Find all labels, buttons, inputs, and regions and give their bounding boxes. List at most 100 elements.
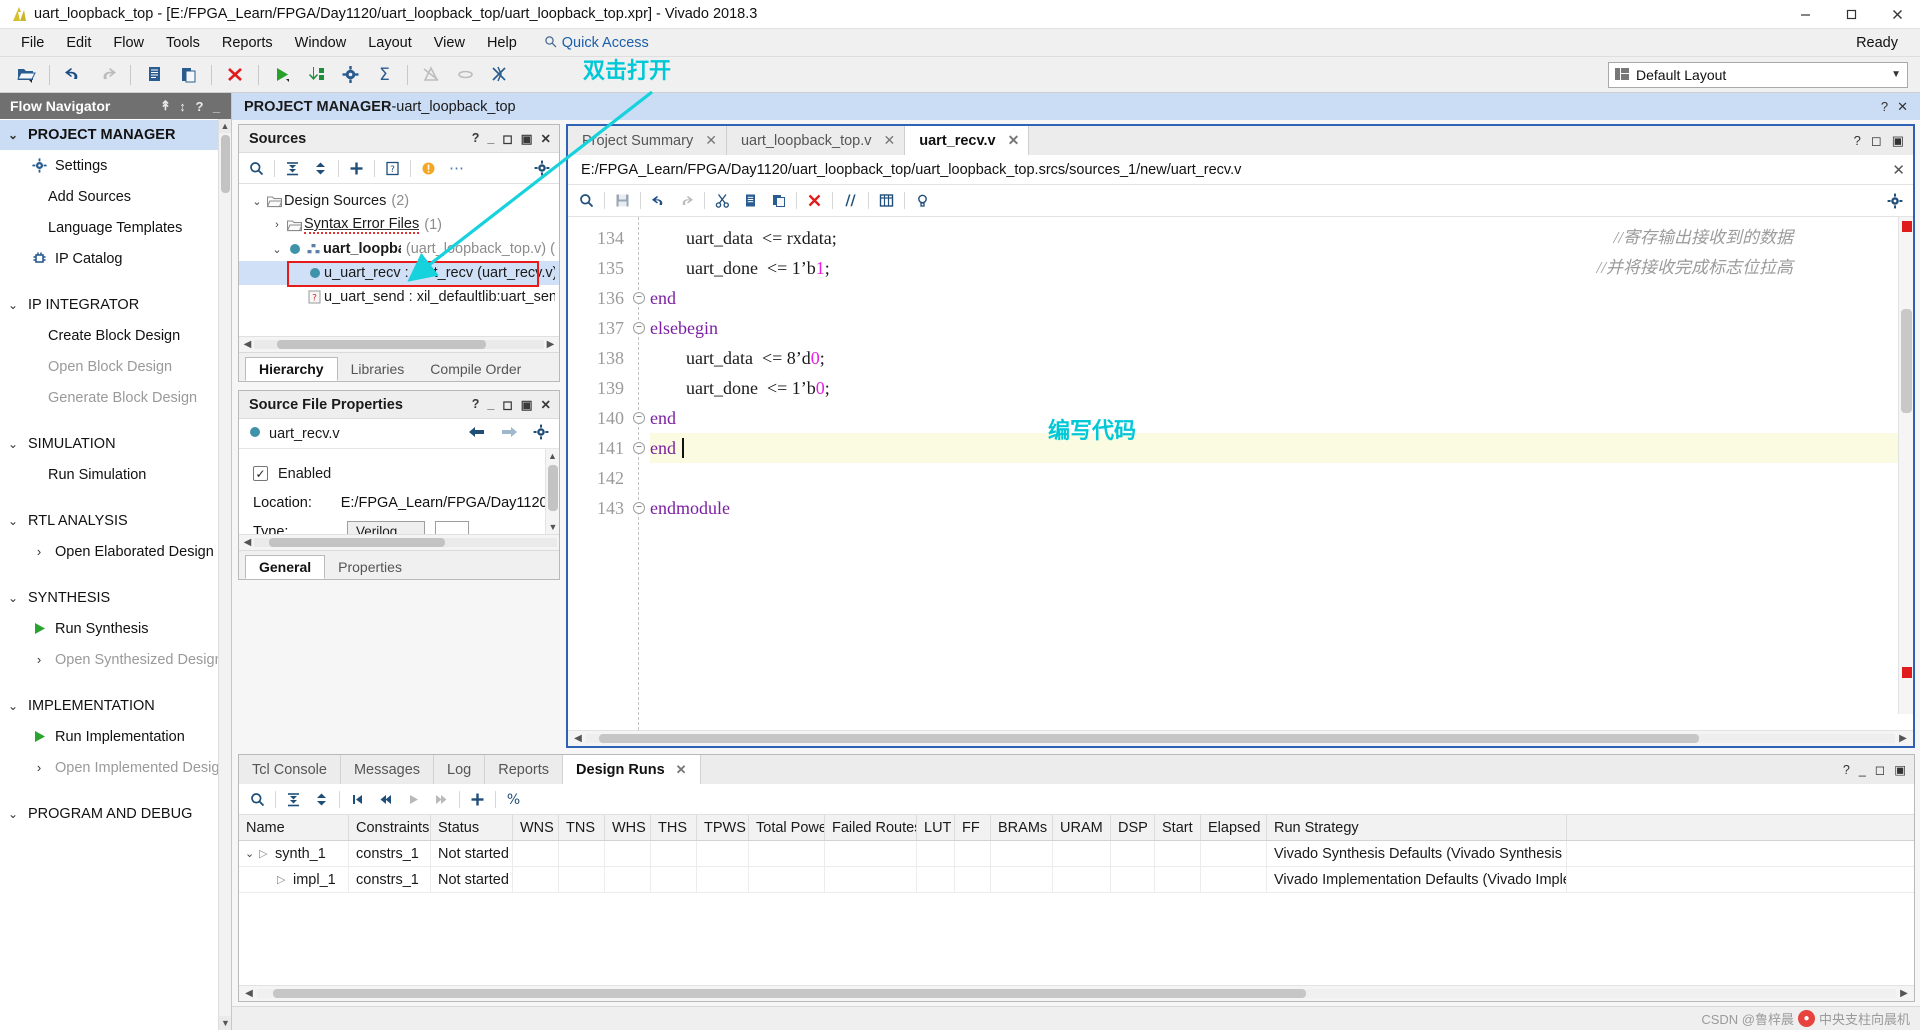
column-header-constraints[interactable]: Constraints [349,815,431,840]
expand-all-icon[interactable] [307,156,334,181]
sources-close-icon[interactable]: ✕ [541,131,551,146]
flow-item-ip-catalog[interactable]: IP Catalog [0,243,231,274]
menu-edit[interactable]: Edit [55,32,102,54]
collapse-all-icon[interactable] [279,156,306,181]
flow-item-settings[interactable]: Settings [0,150,231,181]
header-close-icon[interactable]: ✕ [1897,99,1908,115]
collapse-all-icon[interactable]: ↟ [157,98,174,114]
code-line[interactable]: else begin [650,313,1913,343]
flow-section-synthesis[interactable]: ⌄ SYNTHESIS [0,583,231,613]
cut-tool-icon[interactable] [483,60,515,90]
column-header-elapsed[interactable]: Elapsed [1201,815,1267,840]
column-header-status[interactable]: Status [431,815,513,840]
fold-toggle-icon[interactable]: − [628,433,650,463]
dock-hscrollbar[interactable]: ◀ ▶ [239,985,1914,1001]
editor-tab-uart-loopback-top-v[interactable]: uart_loopback_top.v ✕ [727,126,906,155]
scroll-left-icon[interactable]: ◀ [241,339,254,350]
scroll-up-icon[interactable]: ▲ [219,119,231,133]
scroll-thumb[interactable] [221,135,230,193]
column-header-total-power[interactable]: Total Power [749,815,825,840]
menu-layout[interactable]: Layout [357,32,423,54]
minimize-panel-icon[interactable]: _ [208,99,225,114]
type-combobox[interactable]: Verilog [347,521,425,534]
source-tree-item[interactable]: ⌄ uart_loopback_top(uart_loopback_top.v) … [239,237,559,261]
expand-icon[interactable] [308,787,335,812]
sources-help-icon[interactable]: ? [472,131,480,146]
scroll-right-icon[interactable]: ▶ [1895,733,1911,744]
close-icon[interactable]: ✕ [676,762,687,778]
layout-selector[interactable]: Default Layout ▼ [1608,61,1908,88]
forward-icon[interactable] [500,425,519,443]
dock-tab-tcl-console[interactable]: Tcl Console [239,755,341,784]
flow-section-project-manager[interactable]: ⌄ PROJECT MANAGER [0,120,231,150]
run-arrow-icon[interactable]: ▷ [277,873,293,886]
help-icon[interactable]: ? [191,99,208,114]
header-help-icon[interactable]: ? [1881,99,1888,115]
scroll-thumb[interactable] [269,538,445,547]
column-header-ths[interactable]: THS [651,815,697,840]
fold-toggle-icon[interactable]: − [628,493,650,523]
delete-icon[interactable] [219,60,251,90]
scroll-right-icon[interactable]: ▶ [544,339,557,350]
scroll-left-icon[interactable]: ◀ [570,733,586,744]
column-header-name[interactable]: Name [239,815,349,840]
sources-settings-icon[interactable] [528,156,555,181]
columns-icon[interactable] [873,188,900,213]
paste-icon[interactable] [172,60,204,90]
undo-icon[interactable] [57,60,89,90]
first-icon[interactable] [344,787,371,812]
column-header-run-strategy[interactable]: Run Strategy [1267,815,1567,840]
prev-icon[interactable] [372,787,399,812]
save-icon[interactable] [609,188,636,213]
code-line[interactable]: uart_data <= 8’d 0; [650,343,1913,373]
dock-tab-design-runs[interactable]: Design Runs ✕ [563,755,701,784]
editor-path-close-icon[interactable]: ✕ [1892,161,1905,179]
bulb-icon[interactable] [909,188,936,213]
binary-icon[interactable] [300,60,332,90]
code-fold-column[interactable]: − − − − − [628,217,650,730]
editor-vscrollbar[interactable] [1898,217,1913,714]
more-options-icon[interactable]: ⋯ [443,156,470,181]
sources-maximize-icon[interactable]: ◻ [502,131,512,146]
source-tree-item[interactable]: ? u_uart_send : xil_defaultlib:uart_send [239,285,559,309]
close-icon[interactable]: ✕ [884,132,896,149]
menu-reports[interactable]: Reports [211,32,284,54]
sfp-minimize-icon[interactable]: _ [487,397,494,412]
dock-minimize-icon[interactable]: _ [1859,763,1866,777]
undo-icon[interactable] [645,188,672,213]
find-icon[interactable] [244,787,271,812]
quick-access-search[interactable]: Quick Access [544,35,649,51]
find-icon[interactable] [573,188,600,213]
source-tree-item[interactable]: u_uart_recv : uart_recv (uart_recv.v) [239,261,559,285]
fold-toggle-icon[interactable]: − [628,313,650,343]
code-text[interactable]: uart_data <= rxdata;//寄存输出接收到的数据 uart_do… [650,217,1913,730]
menu-flow[interactable]: Flow [102,32,155,54]
flow-item-run-simulation[interactable]: Run Simulation [0,459,231,490]
menu-view[interactable]: View [423,32,476,54]
fold-toggle-icon[interactable]: − [628,283,650,313]
sfp-tab-properties[interactable]: Properties [325,555,415,579]
flow-section-rtl-analysis[interactable]: ⌄ RTL ANALYSIS [0,506,231,536]
sources-tree[interactable]: ⌄ Design Sources (2) › Syntax Error Files (1)… [239,184,559,336]
flow-item-run-synthesis[interactable]: Run Synthesis [0,613,231,644]
sources-float-icon[interactable]: ▣ [521,131,533,146]
sources-minimize-icon[interactable]: _ [487,131,494,146]
flow-section-program-and-debug[interactable]: ⌄ PROGRAM AND DEBUG [0,799,231,829]
tree-twisty-icon[interactable]: ⌄ [269,243,285,256]
unknown-file-icon[interactable]: ? [379,156,406,181]
scroll-thumb[interactable] [273,989,1306,998]
editor-hscrollbar[interactable]: ◀ ▶ [568,730,1913,746]
code-line[interactable]: end [650,283,1913,313]
flow-section-implementation[interactable]: ⌄ IMPLEMENTATION [0,691,231,721]
column-header-start[interactable]: Start [1155,815,1201,840]
flow-section-ip-integrator[interactable]: ⌄ IP INTEGRATOR [0,290,231,320]
scroll-thumb[interactable] [277,340,486,349]
sfp-tab-general[interactable]: General [245,555,326,579]
tree-twisty-icon[interactable]: ⌄ [249,195,265,208]
search-icon[interactable] [243,156,270,181]
delete-icon[interactable] [801,188,828,213]
column-header-tpws[interactable]: TPWS [697,815,749,840]
sum-icon[interactable]: Σ [368,60,400,90]
table-row[interactable]: ▷ impl_1 constrs_1 Not started Vivado Implem… [239,867,1914,893]
copy-icon[interactable] [737,188,764,213]
